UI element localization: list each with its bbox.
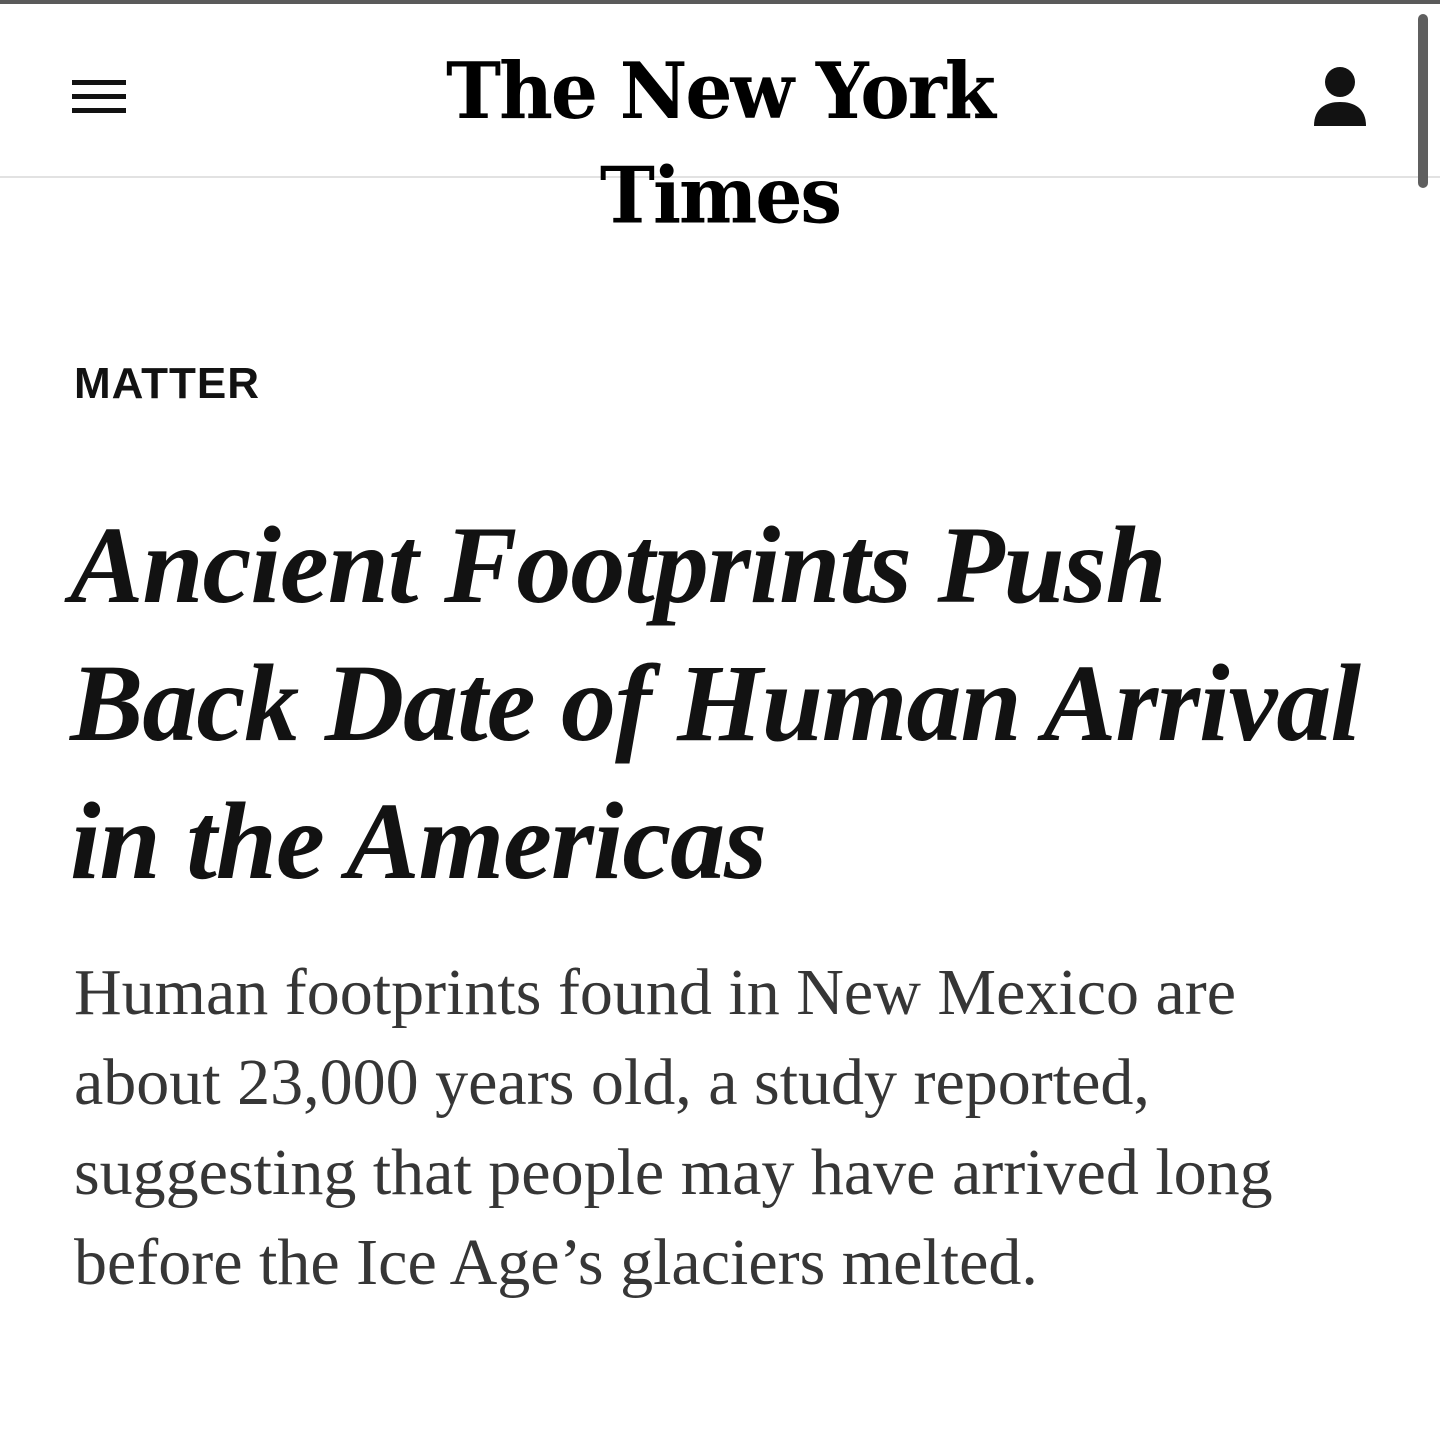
scrollbar-thumb[interactable] xyxy=(1418,14,1428,188)
hamburger-menu-icon xyxy=(72,80,126,85)
article-summary: Human footprints found in New Mexico are… xyxy=(74,956,1273,1299)
account-button[interactable] xyxy=(1310,64,1370,128)
masthead: The New York Times xyxy=(0,4,1440,242)
section-kicker[interactable]: MATTER xyxy=(74,356,260,412)
user-account-icon xyxy=(1314,67,1366,126)
menu-button[interactable] xyxy=(72,74,128,118)
article-headline: Ancient Footprints Push Back Date of Hum… xyxy=(70,504,1361,902)
nyt-logo[interactable]: The New York Times xyxy=(360,39,1080,249)
